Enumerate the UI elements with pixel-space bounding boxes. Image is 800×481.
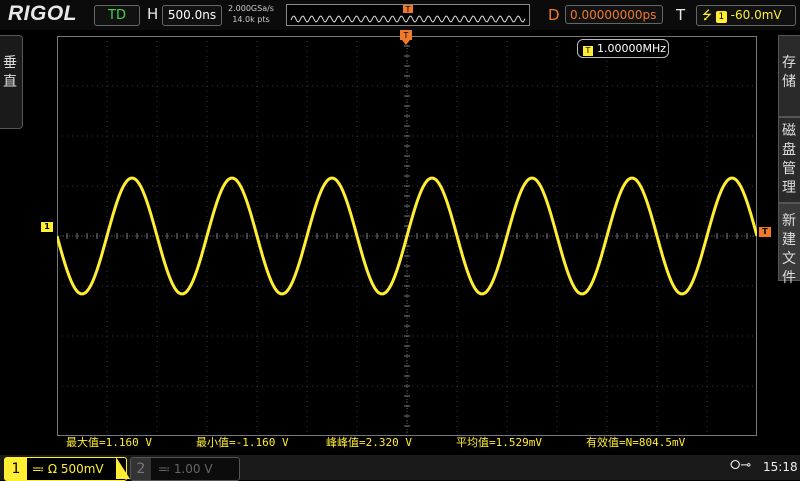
menu-item-storage-label: 存储 (782, 55, 796, 90)
delay-label: D (548, 6, 560, 24)
timebase-value[interactable]: 500.0ns (162, 5, 222, 26)
measurement-average: 平均值=1.529mV (456, 436, 542, 449)
memory-overview-waveform-icon: T (290, 3, 526, 23)
frequency-tag: T (583, 46, 593, 56)
delay-value[interactable]: 0.00000000ps (565, 5, 663, 24)
channel1-impedance: Ω (47, 462, 57, 476)
channel1-scale: 500mV (60, 462, 104, 476)
horizontal-label: H (147, 5, 159, 23)
acquisition-info: 2.000GSa/s 14.0k pts (222, 3, 280, 25)
channel1-tab-corner-icon (116, 457, 130, 479)
channel1-settings: ≕ Ω 500mV (32, 461, 104, 477)
menu-item-storage[interactable]: 存储 (778, 35, 800, 117)
svg-text:T: T (403, 31, 409, 40)
usb-icon: ⭘⊸ (730, 458, 752, 473)
svg-text:T: T (405, 5, 411, 14)
measurement-max: 最大值=1.160 V (66, 436, 152, 449)
channel1-offset-marker[interactable]: 1 (41, 222, 53, 232)
trigger-settings[interactable]: ⭍ 1 -60.0mV (696, 5, 796, 26)
frequency-counter: T 1.00000MHz (577, 39, 669, 58)
trigger-edge-icon: ⭍ (702, 8, 712, 22)
trigger-source: 1 (715, 11, 727, 23)
channel1-coupling-icon: ≕ (32, 462, 44, 476)
channel2-status[interactable]: 2 ≕ 1.00 V (130, 457, 240, 481)
measurement-peak-to-peak: 峰峰值=2.320 V (326, 436, 412, 449)
memory-overview-bar[interactable]: T (286, 3, 530, 26)
frequency-value: 1.00000MHz (597, 42, 667, 55)
trigger-level: -60.0mV (730, 8, 782, 22)
channel1-number: 1 (5, 458, 27, 480)
trigger-mode-indicator[interactable]: TD (94, 5, 140, 26)
menu-item-disk-management[interactable]: 磁盘管理 (778, 117, 800, 203)
trigger-label: T (676, 6, 686, 24)
channel2-coupling-icon: ≕ (158, 462, 170, 476)
measurement-min: 最小值=-1.160 V (196, 436, 289, 449)
menu-item-disk-management-label: 磁盘管理 (782, 123, 796, 196)
measurement-rms: 有效值=N=804.5mV (586, 436, 686, 449)
vertical-menu-tab[interactable]: 垂直 (0, 35, 23, 129)
channel2-number: 2 (131, 458, 151, 480)
channel2-settings: ≕ 1.00 V (158, 461, 213, 477)
channel2-scale: 1.00 V (173, 462, 213, 476)
vertical-menu-label: 垂直 (3, 55, 17, 90)
sample-rate: 2.000GSa/s (228, 4, 274, 13)
channel1-status[interactable]: 1 ≕ Ω 500mV (4, 457, 127, 481)
brand-logo: RIGOL (8, 2, 77, 25)
system-time: 15:18 (763, 460, 798, 474)
trigger-level-marker[interactable]: T (759, 227, 771, 237)
menu-item-new-file[interactable]: 新建文件 (778, 203, 800, 286)
trigger-position-marker-icon[interactable]: T (400, 30, 412, 46)
menu-item-new-file-label: 新建文件 (782, 213, 796, 286)
waveform-graticule[interactable] (57, 36, 757, 436)
memory-depth: 14.0k pts (232, 15, 270, 24)
